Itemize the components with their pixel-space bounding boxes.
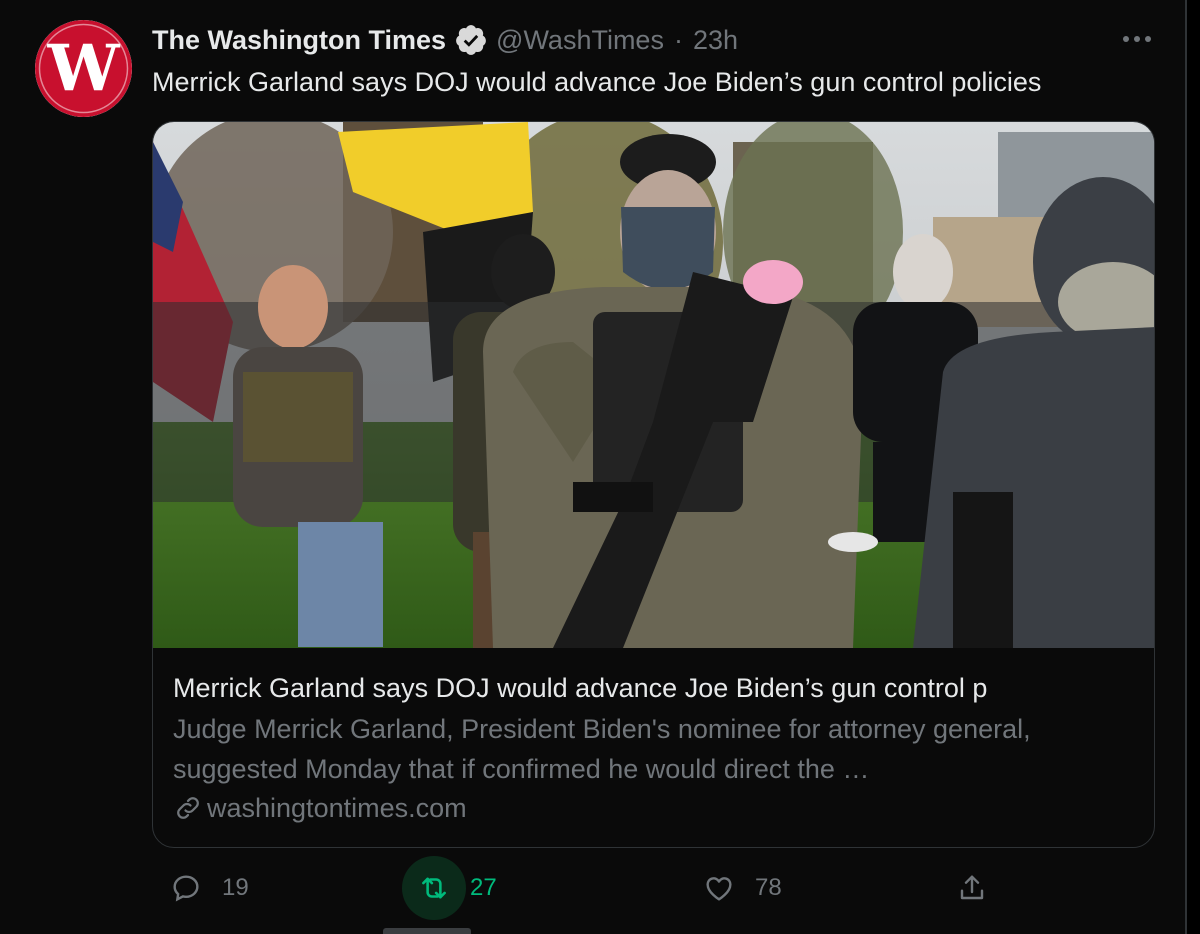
card-description: Judge Merrick Garland, President Biden's…: [173, 714, 1031, 784]
share-button[interactable]: [956, 858, 1004, 918]
more-dots-icon: [1123, 36, 1151, 42]
retweet-icon-wrap: [402, 856, 466, 920]
avatar-logo-letter: W: [47, 31, 121, 106]
link-icon: [177, 797, 199, 819]
column-border: [1185, 0, 1187, 934]
retweet-count: 27: [470, 874, 497, 901]
card-image[interactable]: [153, 122, 1154, 648]
reply-icon: [173, 875, 199, 902]
avatar[interactable]: W: [35, 20, 132, 117]
heart-icon: [706, 877, 732, 901]
display-name[interactable]: The Washington Times: [152, 25, 446, 56]
reply-count: 19: [222, 874, 249, 901]
like-count: 78: [755, 874, 782, 901]
tweet-header: The Washington Times @WashTimes · 23h: [152, 22, 738, 58]
more-button[interactable]: [1117, 24, 1157, 54]
card-domain[interactable]: washingtontimes.com: [173, 790, 467, 826]
card-photo: [153, 122, 1154, 648]
tweet-actions: 19 27 78: [0, 856, 1185, 920]
tweet-text: Merrick Garland says DOJ would advance J…: [152, 67, 1042, 97]
scroll-indicator[interactable]: [383, 928, 471, 934]
link-card[interactable]: Merrick Garland says DOJ would advance J…: [152, 121, 1155, 848]
retweet-button[interactable]: 27: [402, 856, 497, 920]
like-button[interactable]: 78: [703, 858, 782, 918]
retweet-icon: [422, 877, 446, 899]
share-icon: [960, 875, 984, 900]
like-icon-wrap: [687, 856, 751, 920]
reply-icon-wrap: [154, 856, 218, 920]
timestamp[interactable]: 23h: [693, 25, 738, 56]
verified-badge-icon: [454, 23, 488, 57]
washington-times-logo-icon: W: [35, 20, 132, 117]
separator-dot: ·: [673, 24, 683, 55]
card-title[interactable]: Merrick Garland says DOJ would advance J…: [173, 670, 1143, 706]
tweet-article[interactable]: W The Washington Times @WashTimes · 23h …: [0, 0, 1185, 934]
reply-button[interactable]: 19: [170, 858, 249, 918]
share-icon-wrap: [940, 856, 1004, 920]
card-domain-text[interactable]: washingtontimes.com: [207, 790, 467, 826]
handle[interactable]: @WashTimes: [496, 25, 664, 56]
